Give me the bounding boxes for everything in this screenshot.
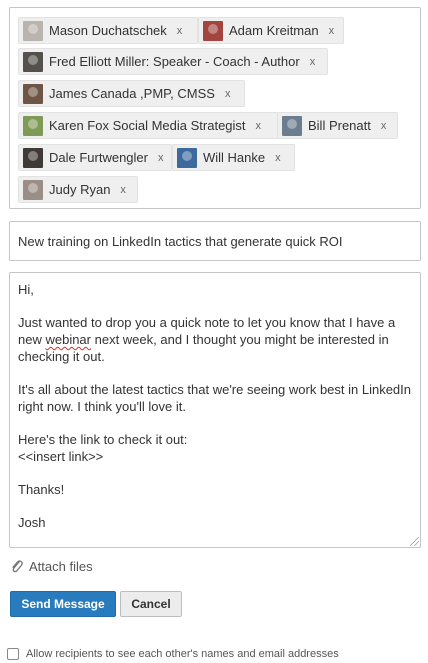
avatar <box>23 179 43 200</box>
recipient-chip: Dale Furtwengler x <box>18 144 172 171</box>
recipient-chip: Mason Duchatschek x <box>18 17 198 44</box>
avatar <box>23 115 43 136</box>
share-recipients-checkbox[interactable] <box>7 648 19 660</box>
remove-recipient-button[interactable]: x <box>310 56 316 68</box>
recipient-name: Karen Fox Social Media Strategist <box>49 118 246 133</box>
message-paragraph: Here's the link to check it out: <<insert… <box>18 431 412 465</box>
spellcheck-flagged-word: webinar <box>45 332 91 347</box>
remove-recipient-button[interactable]: x <box>158 152 164 164</box>
recipient-name: James Canada ,PMP, CMSS <box>49 86 215 101</box>
attach-files-label: Attach files <box>29 558 93 574</box>
remove-recipient-button[interactable]: x <box>225 88 231 100</box>
link-placeholder: <<insert link>> <box>18 449 104 464</box>
avatar <box>23 20 43 41</box>
link-intro-line: Here's the link to check it out: <box>18 432 188 447</box>
recipient-chip: Adam Kreitman x <box>198 17 344 44</box>
recipient-name: Bill Prenatt <box>308 118 371 133</box>
greeting-line: Hi, <box>18 282 34 297</box>
paperclip-icon <box>12 560 23 573</box>
recipient-name: Dale Furtwengler <box>49 150 148 165</box>
recipient-name: Judy Ryan <box>49 182 111 197</box>
share-recipients-option: Allow recipients to see each other's nam… <box>7 648 339 660</box>
recipient-chip: Karen Fox Social Media Strategist x <box>18 112 278 139</box>
remove-recipient-button[interactable]: x <box>256 120 262 132</box>
recipient-name: Adam Kreitman <box>229 23 319 38</box>
recipient-name: Mason Duchatschek <box>49 23 167 38</box>
cancel-button[interactable]: Cancel <box>120 591 182 617</box>
recipient-chip: Fred Elliott Miller: Speaker - Coach - A… <box>18 48 328 75</box>
recipient-chip: James Canada ,PMP, CMSS x <box>18 80 245 107</box>
thanks-line: Thanks! <box>18 482 65 497</box>
avatar <box>23 147 43 168</box>
recipient-name: Fred Elliott Miller: Speaker - Coach - A… <box>49 54 300 69</box>
recipient-chip: Bill Prenatt x <box>277 112 398 139</box>
remove-recipient-button[interactable]: x <box>275 152 281 164</box>
resize-handle[interactable] <box>410 537 419 546</box>
recipients-field[interactable]: Mason Duchatschek x Adam Kreitman x Fred… <box>9 7 421 209</box>
share-recipients-label: Allow recipients to see each other's nam… <box>26 648 339 660</box>
avatar <box>203 20 223 41</box>
avatar <box>23 83 43 104</box>
signature-line: Josh <box>18 515 46 530</box>
message-body-field[interactable]: Hi, Just wanted to drop you a quick note… <box>9 272 421 548</box>
message-paragraph: It's all about the latest tactics that w… <box>18 382 412 414</box>
subject-field[interactable]: New training on LinkedIn tactics that ge… <box>9 221 421 261</box>
avatar <box>177 147 197 168</box>
send-message-button[interactable]: Send Message <box>10 591 116 617</box>
recipient-name: Will Hanke <box>203 150 266 165</box>
avatar <box>282 115 302 136</box>
attach-files-link[interactable]: Attach files <box>10 558 93 574</box>
remove-recipient-button[interactable]: x <box>381 120 387 132</box>
recipient-chip: Will Hanke x <box>172 144 295 171</box>
remove-recipient-button[interactable]: x <box>120 184 126 196</box>
recipient-chip: Judy Ryan x <box>18 176 138 203</box>
avatar <box>23 51 43 72</box>
remove-recipient-button[interactable]: x <box>177 25 183 37</box>
message-paragraph: Just wanted to drop you a quick note to … <box>18 314 412 365</box>
remove-recipient-button[interactable]: x <box>329 25 335 37</box>
